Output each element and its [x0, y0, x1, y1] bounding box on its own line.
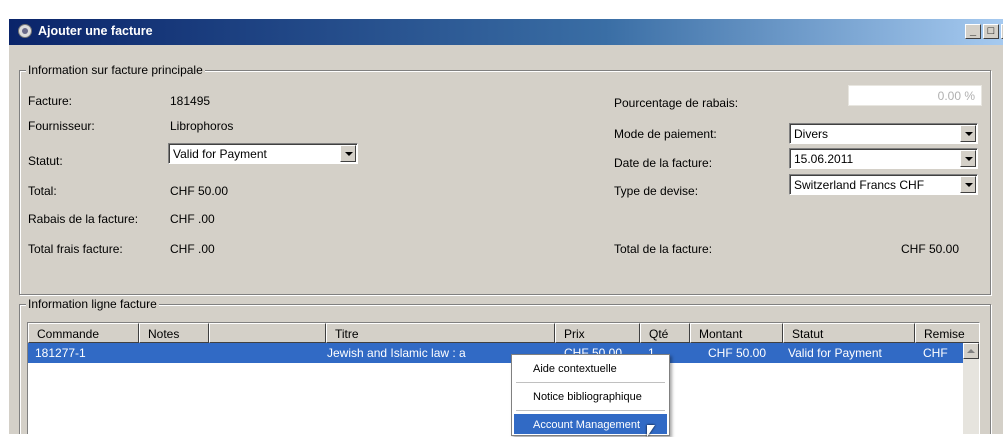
maximize-button[interactable]: □ [983, 24, 999, 39]
total-facture-label: Total de la facture: [614, 242, 713, 256]
mode-label: Mode de paiement: [614, 127, 717, 141]
fournisseur-label: Fournisseur: [28, 119, 95, 133]
row-montant: CHF 50.00 [708, 346, 767, 360]
total-facture-value: CHF 50.00 [901, 242, 960, 256]
rabais-value: CHF .00 [170, 212, 215, 226]
row-titre: Jewish and Islamic law : a [327, 346, 466, 360]
vertical-scrollbar[interactable] [963, 343, 979, 434]
chevron-down-icon[interactable] [340, 145, 356, 162]
mode-select-value: Divers [794, 127, 829, 141]
col-titre[interactable]: Titre [326, 323, 555, 343]
chevron-down-icon[interactable] [960, 125, 976, 142]
col-prix[interactable]: Prix [555, 323, 640, 343]
menu-separator [516, 382, 665, 383]
fournisseur-value: Librophoros [170, 119, 234, 133]
pourcentage-field: 0.00 % [848, 85, 982, 106]
mode-select[interactable]: Divers [789, 123, 978, 144]
row-remise: CHF [923, 346, 948, 360]
date-select[interactable]: 15.06.2011 [789, 148, 978, 169]
mouse-pointer-icon [647, 425, 655, 437]
devise-select[interactable]: Switzerland Francs CHF [789, 174, 978, 195]
chevron-down-icon[interactable] [960, 176, 976, 193]
col-statut[interactable]: Statut [783, 323, 915, 343]
main-info-group-title: Information sur facture principale [26, 63, 205, 77]
lines-group-title: Information ligne facture [26, 297, 159, 311]
invoice-lines-table: Commande Notes Titre Prix Qté Montant St… [27, 322, 980, 434]
chevron-down-icon[interactable] [960, 150, 976, 167]
statut-select[interactable]: Valid for Payment [168, 143, 358, 164]
col-montant[interactable]: Montant [690, 323, 783, 343]
minimize-button[interactable]: _ [965, 24, 981, 39]
window-title: Ajouter une facture [38, 24, 153, 38]
statut-select-value: Valid for Payment [173, 147, 267, 161]
rabais-label: Rabais de la facture: [28, 212, 139, 226]
pourcentage-label: Pourcentage de rabais: [614, 96, 739, 110]
total-value: CHF 50.00 [170, 184, 229, 198]
row-statut: Valid for Payment [788, 346, 882, 360]
date-label: Date de la facture: [614, 156, 713, 170]
col-remise[interactable]: Remise [915, 323, 979, 343]
menu-separator [516, 410, 665, 411]
app-icon [18, 24, 32, 38]
facture-label: Facture: [28, 94, 73, 108]
menu-item-notice-bibliographique[interactable]: Notice bibliographique [514, 386, 667, 406]
date-select-value: 15.06.2011 [794, 152, 854, 166]
col-notes[interactable]: Notes [139, 323, 209, 343]
facture-value: 181495 [170, 94, 211, 108]
scroll-up-icon[interactable] [963, 343, 979, 359]
frais-label: Total frais facture: [28, 242, 123, 256]
devise-select-value: Switzerland Francs CHF [794, 178, 925, 192]
col-blank[interactable] [209, 323, 326, 343]
frais-value: CHF .00 [170, 242, 215, 256]
total-label: Total: [28, 184, 57, 198]
invoice-window: Ajouter une facture _ □ × Information su… [8, 18, 1003, 434]
title-bar[interactable]: Ajouter une facture _ □ × [9, 19, 1003, 45]
row-commande: 181277-1 [35, 346, 86, 360]
col-commande[interactable]: Commande [28, 323, 139, 343]
col-qte[interactable]: Qté [640, 323, 690, 343]
context-menu: Aide contextuelle Notice bibliographique… [511, 354, 670, 436]
statut-label: Statut: [28, 154, 63, 168]
devise-label: Type de devise: [614, 184, 699, 198]
menu-item-account-management[interactable]: Account Management [514, 414, 667, 434]
menu-item-aide-contextuelle[interactable]: Aide contextuelle [514, 358, 667, 378]
table-row[interactable]: 181277-1 Jewish and Islamic law : a CHF … [28, 343, 979, 363]
